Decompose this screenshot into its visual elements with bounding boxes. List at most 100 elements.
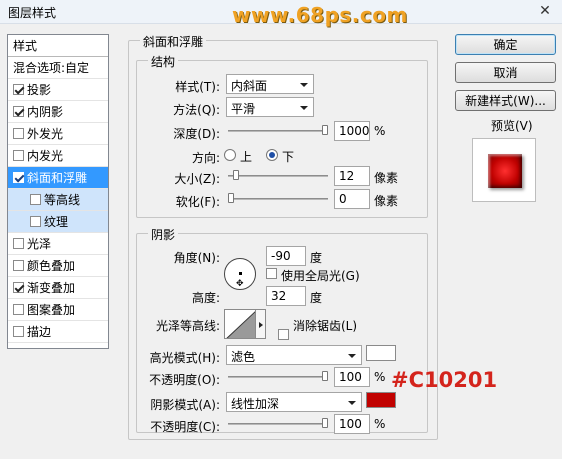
angle-center-dot — [239, 272, 242, 275]
style-item[interactable]: 图案叠加 — [8, 299, 108, 321]
shadow-opacity-thumb[interactable] — [322, 418, 328, 428]
altitude-label: 高度: — [191, 291, 220, 305]
style-item[interactable]: 内阴影 — [8, 101, 108, 123]
bevel-emboss-title: 斜面和浮雕 — [140, 33, 207, 50]
gloss-contour-label: 光泽等高线: — [155, 319, 220, 333]
cancel-button[interactable]: 取消 — [455, 62, 556, 83]
soften-input[interactable]: 0 — [334, 189, 370, 209]
chevron-down-icon — [348, 401, 356, 405]
chevron-down-icon — [348, 354, 356, 358]
style-item[interactable]: 外发光 — [8, 123, 108, 145]
style-item-checkbox[interactable] — [13, 282, 24, 293]
direction-down-radio[interactable] — [266, 149, 278, 161]
preview-label: 预览(V) — [491, 119, 533, 133]
anti-alias-checkbox[interactable] — [278, 329, 289, 340]
close-icon[interactable]: ✕ — [534, 2, 556, 20]
style-item-checkbox[interactable] — [13, 150, 24, 161]
shadow-opacity-input[interactable]: 100 — [334, 414, 370, 434]
global-light-checkbox[interactable] — [266, 268, 277, 279]
ok-button[interactable]: 确定 — [455, 34, 556, 55]
style-item-checkbox[interactable] — [13, 106, 24, 117]
style-item-checkbox[interactable] — [13, 304, 24, 315]
gloss-contour-dropdown[interactable] — [256, 309, 266, 339]
altitude-value: 32 — [271, 289, 287, 303]
shadow-mode-dropdown[interactable]: 线性加深 — [226, 392, 362, 412]
shadow-opacity-value: 100 — [339, 417, 362, 431]
chevron-down-icon — [300, 106, 308, 110]
style-item-label: 内阴影 — [27, 105, 64, 119]
style-item-checkbox[interactable] — [30, 216, 41, 227]
style-item[interactable]: 光泽 — [8, 233, 108, 255]
style-item-label: 渐变叠加 — [27, 281, 76, 295]
highlight-mode-dropdown[interactable]: 滤色 — [226, 345, 362, 365]
style-item[interactable]: 纹理 — [8, 211, 108, 233]
soften-slider[interactable] — [228, 198, 328, 200]
depth-slider[interactable] — [228, 130, 328, 132]
size-label: 大小(Z): — [174, 172, 220, 186]
shadow-mode-value: 线性加深 — [231, 397, 280, 411]
highlight-mode-label: 高光模式(H): — [149, 351, 220, 365]
depth-value: 1000 — [339, 124, 370, 138]
style-item-checkbox[interactable] — [13, 260, 24, 271]
size-input[interactable]: 12 — [334, 166, 370, 186]
style-item[interactable]: 渐变叠加 — [8, 277, 108, 299]
highlight-opacity-slider[interactable] — [228, 376, 328, 378]
style-item-checkbox[interactable] — [13, 238, 24, 249]
caret-right-icon — [259, 322, 263, 328]
watermark: www.68ps.com — [232, 3, 408, 27]
size-value: 12 — [339, 169, 355, 183]
style-item-checkbox[interactable] — [13, 172, 24, 183]
highlight-opacity-thumb[interactable] — [322, 371, 328, 381]
shading-title: 阴影 — [148, 226, 179, 243]
structure-title: 结构 — [148, 53, 179, 70]
style-item-checkbox[interactable] — [13, 128, 24, 139]
angle-value: -90 — [271, 249, 291, 263]
gloss-contour-picker[interactable] — [224, 309, 256, 339]
style-item[interactable]: 斜面和浮雕 — [8, 167, 108, 189]
technique-label: 方法(Q): — [173, 103, 220, 117]
highlight-color-swatch[interactable] — [366, 345, 396, 361]
style-item-label: 斜面和浮雕 — [27, 171, 88, 185]
shadow-mode-label: 阴影模式(A): — [150, 398, 220, 412]
style-item-label: 等高线 — [44, 193, 81, 207]
blending-options-label: 混合选项:自定 — [13, 61, 90, 75]
size-slider[interactable] — [228, 175, 328, 177]
direction-up-label: 上 — [240, 150, 253, 164]
depth-unit: % — [374, 124, 386, 138]
new-style-button[interactable]: 新建样式(W)... — [455, 90, 556, 111]
style-item[interactable]: 等高线 — [8, 189, 108, 211]
style-item-checkbox[interactable] — [13, 84, 24, 95]
shadow-color-swatch[interactable] — [366, 392, 396, 408]
color-code-annotation: #C10201 — [391, 368, 498, 392]
style-item-checkbox[interactable] — [30, 194, 41, 205]
style-item-label: 纹理 — [44, 215, 69, 229]
altitude-unit: 度 — [310, 291, 323, 305]
style-item-label: 光泽 — [27, 237, 52, 251]
direction-label: 方向: — [191, 151, 220, 165]
style-label: 样式(T): — [175, 80, 220, 94]
style-item-checkbox[interactable] — [13, 326, 24, 337]
style-dropdown[interactable]: 内斜面 — [226, 74, 314, 94]
soften-label: 软化(F): — [175, 195, 220, 209]
depth-input[interactable]: 1000 — [334, 121, 370, 141]
style-item[interactable]: 投影 — [8, 79, 108, 101]
direction-up-radio[interactable] — [224, 149, 236, 161]
style-item[interactable]: 内发光 — [8, 145, 108, 167]
style-item-label: 外发光 — [27, 127, 64, 141]
styles-list-header[interactable]: 样式 — [8, 35, 108, 57]
style-item[interactable]: 描边 — [8, 321, 108, 343]
depth-slider-thumb[interactable] — [322, 125, 328, 135]
size-slider-thumb[interactable] — [232, 170, 239, 180]
highlight-opacity-input[interactable]: 100 — [334, 367, 370, 387]
blending-options-item[interactable]: 混合选项:自定 — [8, 57, 108, 79]
altitude-input[interactable]: 32 — [266, 286, 306, 306]
shadow-opacity-slider[interactable] — [228, 423, 328, 425]
style-item[interactable]: 颜色叠加 — [8, 255, 108, 277]
technique-dropdown[interactable]: 平滑 — [226, 97, 314, 117]
size-unit: 像素 — [374, 171, 399, 185]
anti-alias-label: 消除锯齿(L) — [293, 319, 358, 333]
angle-input[interactable]: -90 — [266, 246, 306, 266]
soften-value: 0 — [339, 192, 347, 206]
soften-slider-thumb[interactable] — [228, 193, 234, 203]
contour-curve-icon — [226, 311, 255, 338]
